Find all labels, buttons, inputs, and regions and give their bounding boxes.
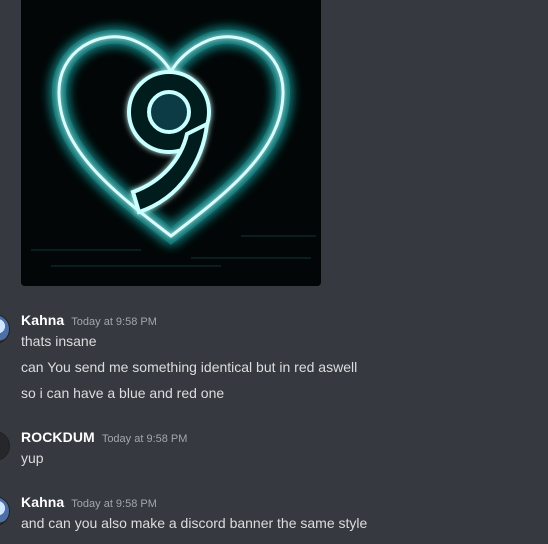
message-text: so i can have a blue and red one	[21, 385, 225, 401]
avatar[interactable]	[0, 431, 10, 461]
message-text: yup	[21, 450, 44, 466]
message-text: and can you also make a discord banner t…	[21, 515, 368, 531]
avatar[interactable]	[0, 314, 10, 344]
avatar[interactable]	[0, 496, 10, 526]
username[interactable]: Kahna	[21, 312, 64, 328]
image-attachment[interactable]	[21, 0, 321, 286]
message-text: thats insane	[21, 333, 97, 349]
timestamp: Today at 9:58 PM	[101, 433, 188, 445]
timestamp: Today at 9:58 PM	[71, 316, 157, 328]
username[interactable]: Kahna	[21, 494, 64, 510]
neon-heart-image	[21, 0, 321, 286]
timestamp: Today at 9:58 PM	[71, 498, 157, 510]
username[interactable]: ROCKDUM	[21, 429, 95, 445]
message-text: can You send me something identical but …	[21, 359, 358, 375]
